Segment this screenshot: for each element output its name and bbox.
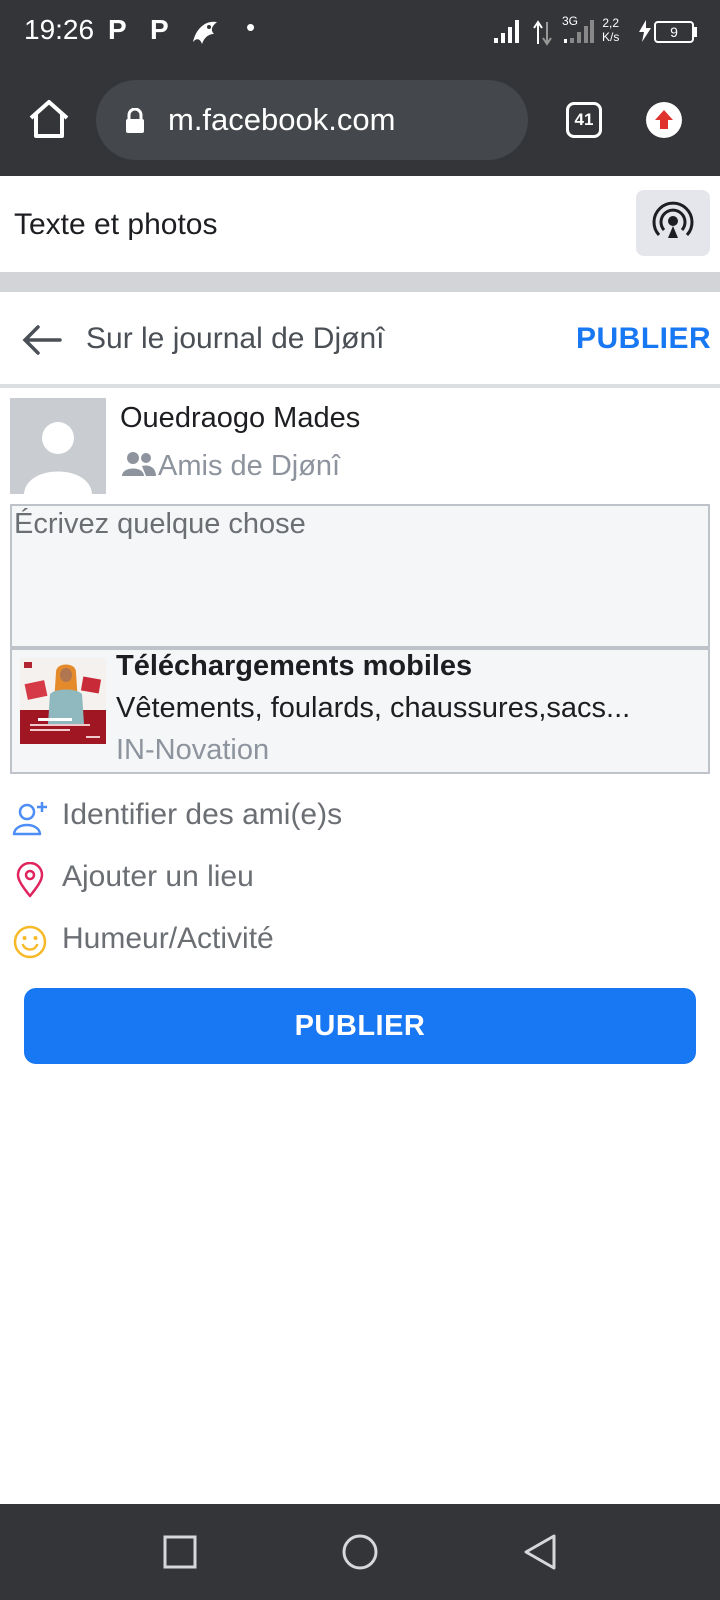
battery-icon: 9 bbox=[654, 21, 694, 43]
data-transfer-icon bbox=[533, 20, 552, 46]
link-preview-thumbnail bbox=[20, 658, 106, 744]
default-avatar-icon bbox=[24, 422, 92, 494]
signal-strength-icon bbox=[494, 20, 519, 43]
update-button[interactable] bbox=[646, 102, 682, 138]
add-place-option[interactable]: Ajouter un lieu bbox=[12, 852, 702, 908]
network-speed-unit: K/s bbox=[602, 30, 620, 44]
publish-button[interactable]: PUBLIER bbox=[24, 988, 696, 1064]
home-icon[interactable] bbox=[26, 96, 72, 142]
mood-activity-option[interactable]: Humeur/Activité bbox=[12, 914, 702, 970]
ad-image bbox=[20, 658, 106, 744]
home-circle-icon[interactable] bbox=[340, 1532, 380, 1572]
live-broadcast-button[interactable] bbox=[636, 190, 710, 256]
friends-icon bbox=[122, 452, 156, 476]
back-triangle-icon[interactable] bbox=[522, 1532, 558, 1572]
battery-level: 9 bbox=[670, 24, 678, 40]
live-broadcast-icon bbox=[652, 201, 694, 238]
composer-mode-label: Texte et photos bbox=[14, 208, 218, 241]
battery-tip bbox=[694, 27, 697, 37]
url-text[interactable]: m.facebook.com bbox=[168, 102, 395, 138]
smiley-icon bbox=[13, 925, 47, 959]
link-preview-title: Téléchargements mobiles bbox=[116, 650, 473, 682]
signal-strength-icon-2 bbox=[564, 20, 594, 43]
link-preview-source: IN-Novation bbox=[116, 734, 270, 766]
audience-label: Amis de Djønî bbox=[158, 450, 341, 482]
audience-selector[interactable]: Amis de Djønî bbox=[122, 450, 340, 483]
recents-square-icon[interactable] bbox=[162, 1534, 198, 1570]
add-place-label: Ajouter un lieu bbox=[62, 860, 254, 893]
more-notifications-dot: • bbox=[246, 12, 256, 42]
lock-icon bbox=[126, 108, 144, 133]
link-preview-description: Vêtements, foulards, chaussures,sacs... bbox=[116, 692, 631, 724]
notification-p-icon: P bbox=[108, 14, 127, 45]
post-text-placeholder: Écrivez quelque chose bbox=[14, 508, 306, 540]
avatar bbox=[10, 398, 106, 494]
back-arrow-icon[interactable] bbox=[20, 318, 64, 362]
location-pin-icon bbox=[16, 862, 44, 898]
section-divider bbox=[0, 272, 720, 292]
notification-p-icon-2: P bbox=[150, 14, 169, 45]
charging-icon bbox=[639, 20, 651, 42]
header-publish-button[interactable]: PUBLIER bbox=[576, 322, 711, 356]
composer-title: Sur le journal de Djønî bbox=[86, 322, 385, 355]
tab-switcher-button[interactable]: 41 bbox=[566, 102, 602, 138]
network-speed: 2,2 K/s bbox=[602, 16, 619, 44]
tag-friends-label: Identifier des ami(e)s bbox=[62, 798, 343, 831]
bird-notification-icon bbox=[193, 21, 217, 44]
add-friend-icon bbox=[12, 802, 47, 836]
tag-friends-option[interactable]: Identifier des ami(e)s bbox=[12, 790, 702, 846]
network-speed-value: 2,2 bbox=[602, 16, 620, 30]
author-name: Ouedraogo Mades bbox=[120, 402, 361, 434]
status-time: 19:26 bbox=[24, 14, 95, 45]
mood-activity-label: Humeur/Activité bbox=[62, 922, 274, 955]
update-arrow-icon bbox=[655, 110, 673, 129]
